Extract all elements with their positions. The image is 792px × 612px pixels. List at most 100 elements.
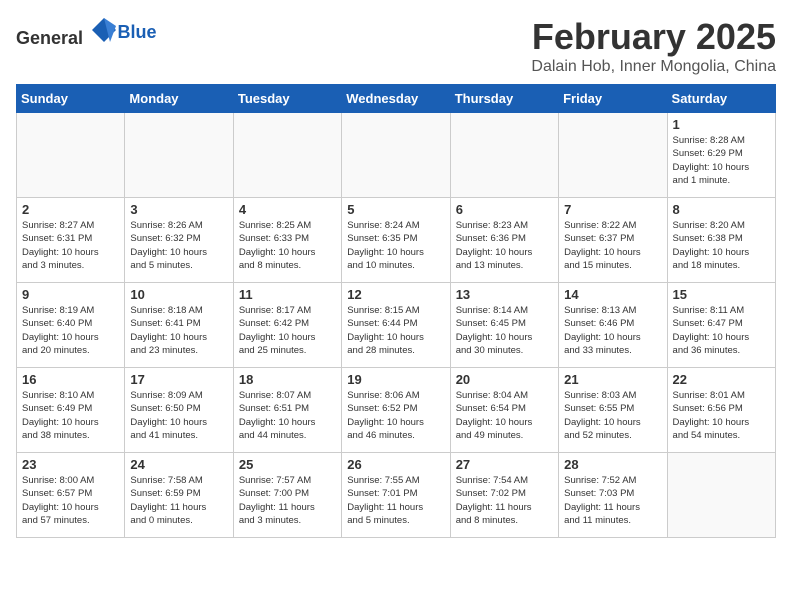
calendar-cell: 20 Sunrise: 8:04 AM Sunset: 6:54 PM Dayli… (450, 368, 558, 453)
logo-general: General (16, 28, 83, 48)
weekday-header-row: SundayMondayTuesdayWednesdayThursdayFrid… (17, 85, 776, 113)
week-row-3: 16 Sunrise: 8:10 AM Sunset: 6:49 PM Dayli… (17, 368, 776, 453)
calendar-cell: 21 Sunrise: 8:03 AM Sunset: 6:55 PM Dayli… (559, 368, 667, 453)
calendar-cell: 18 Sunrise: 8:07 AM Sunset: 6:51 PM Dayli… (233, 368, 341, 453)
day-number: 8 (673, 202, 770, 217)
calendar-cell: 10 Sunrise: 8:18 AM Sunset: 6:41 PM Dayli… (125, 283, 233, 368)
title-area: February 2025 Dalain Hob, Inner Mongolia… (531, 16, 776, 76)
day-number: 19 (347, 372, 444, 387)
weekday-header-friday: Friday (559, 85, 667, 113)
day-info: Sunrise: 8:11 AM Sunset: 6:47 PM Dayligh… (673, 304, 770, 357)
logo-blue: Blue (118, 22, 157, 42)
day-number: 6 (456, 202, 553, 217)
weekday-header-monday: Monday (125, 85, 233, 113)
day-number: 22 (673, 372, 770, 387)
day-info: Sunrise: 8:06 AM Sunset: 6:52 PM Dayligh… (347, 389, 444, 442)
day-number: 2 (22, 202, 119, 217)
calendar-cell: 6 Sunrise: 8:23 AM Sunset: 6:36 PM Daylig… (450, 198, 558, 283)
day-info: Sunrise: 8:23 AM Sunset: 6:36 PM Dayligh… (456, 219, 553, 272)
calendar-cell: 8 Sunrise: 8:20 AM Sunset: 6:38 PM Daylig… (667, 198, 775, 283)
calendar-cell: 2 Sunrise: 8:27 AM Sunset: 6:31 PM Daylig… (17, 198, 125, 283)
calendar-cell: 11 Sunrise: 8:17 AM Sunset: 6:42 PM Dayli… (233, 283, 341, 368)
day-number: 5 (347, 202, 444, 217)
day-number: 23 (22, 457, 119, 472)
calendar-cell: 15 Sunrise: 8:11 AM Sunset: 6:47 PM Dayli… (667, 283, 775, 368)
day-info: Sunrise: 8:15 AM Sunset: 6:44 PM Dayligh… (347, 304, 444, 357)
calendar-cell: 13Sunrise: 8:14 AM Sunset: 6:45 PM Dayli… (450, 283, 558, 368)
calendar-cell: 5 Sunrise: 8:24 AM Sunset: 6:35 PM Daylig… (342, 198, 450, 283)
calendar-cell: 9Sunrise: 8:19 AM Sunset: 6:40 PM Daylig… (17, 283, 125, 368)
day-info: Sunrise: 8:04 AM Sunset: 6:54 PM Dayligh… (456, 389, 553, 442)
calendar-cell: 17 Sunrise: 8:09 AM Sunset: 6:50 PM Dayli… (125, 368, 233, 453)
calendar-cell: 27 Sunrise: 7:54 AM Sunset: 7:02 PM Dayli… (450, 453, 558, 538)
day-number: 16 (22, 372, 119, 387)
day-number: 18 (239, 372, 336, 387)
day-info: Sunrise: 8:28 AM Sunset: 6:29 PM Dayligh… (673, 134, 770, 187)
day-info: Sunrise: 8:09 AM Sunset: 6:50 PM Dayligh… (130, 389, 227, 442)
day-info: Sunrise: 8:24 AM Sunset: 6:35 PM Dayligh… (347, 219, 444, 272)
day-number: 25 (239, 457, 336, 472)
day-info: Sunrise: 8:17 AM Sunset: 6:42 PM Dayligh… (239, 304, 336, 357)
day-info: Sunrise: 8:18 AM Sunset: 6:41 PM Dayligh… (130, 304, 227, 357)
day-number: 21 (564, 372, 661, 387)
day-info: Sunrise: 7:57 AM Sunset: 7:00 PM Dayligh… (239, 474, 336, 527)
day-info: Sunrise: 8:20 AM Sunset: 6:38 PM Dayligh… (673, 219, 770, 272)
calendar-cell: 12 Sunrise: 8:15 AM Sunset: 6:44 PM Dayli… (342, 283, 450, 368)
calendar-cell: 28Sunrise: 7:52 AM Sunset: 7:03 PM Dayli… (559, 453, 667, 538)
weekday-header-thursday: Thursday (450, 85, 558, 113)
calendar-cell: 1 Sunrise: 8:28 AM Sunset: 6:29 PM Daylig… (667, 113, 775, 198)
calendar-cell: 25 Sunrise: 7:57 AM Sunset: 7:00 PM Dayli… (233, 453, 341, 538)
day-info: Sunrise: 8:01 AM Sunset: 6:56 PM Dayligh… (673, 389, 770, 442)
day-number: 11 (239, 287, 336, 302)
day-info: Sunrise: 8:27 AM Sunset: 6:31 PM Dayligh… (22, 219, 119, 272)
week-row-2: 9Sunrise: 8:19 AM Sunset: 6:40 PM Daylig… (17, 283, 776, 368)
day-info: Sunrise: 7:58 AM Sunset: 6:59 PM Dayligh… (130, 474, 227, 527)
calendar-cell (125, 113, 233, 198)
day-number: 28 (564, 457, 661, 472)
calendar-cell (17, 113, 125, 198)
calendar-cell: 24Sunrise: 7:58 AM Sunset: 6:59 PM Dayli… (125, 453, 233, 538)
calendar-cell (450, 113, 558, 198)
location-title: Dalain Hob, Inner Mongolia, China (531, 58, 776, 76)
day-info: Sunrise: 8:00 AM Sunset: 6:57 PM Dayligh… (22, 474, 119, 527)
day-info: Sunrise: 8:19 AM Sunset: 6:40 PM Dayligh… (22, 304, 119, 357)
calendar-cell: 3 Sunrise: 8:26 AM Sunset: 6:32 PM Daylig… (125, 198, 233, 283)
day-info: Sunrise: 7:55 AM Sunset: 7:01 PM Dayligh… (347, 474, 444, 527)
calendar-cell (233, 113, 341, 198)
day-number: 15 (673, 287, 770, 302)
week-row-1: 2 Sunrise: 8:27 AM Sunset: 6:31 PM Daylig… (17, 198, 776, 283)
logo-icon (90, 16, 118, 44)
calendar-cell (342, 113, 450, 198)
day-number: 17 (130, 372, 227, 387)
day-info: Sunrise: 8:26 AM Sunset: 6:32 PM Dayligh… (130, 219, 227, 272)
day-number: 10 (130, 287, 227, 302)
calendar-cell: 16 Sunrise: 8:10 AM Sunset: 6:49 PM Dayli… (17, 368, 125, 453)
day-info: Sunrise: 8:22 AM Sunset: 6:37 PM Dayligh… (564, 219, 661, 272)
calendar-table: SundayMondayTuesdayWednesdayThursdayFrid… (16, 84, 776, 538)
day-info: Sunrise: 8:13 AM Sunset: 6:46 PM Dayligh… (564, 304, 661, 357)
week-row-0: 1 Sunrise: 8:28 AM Sunset: 6:29 PM Daylig… (17, 113, 776, 198)
calendar-cell: 4Sunrise: 8:25 AM Sunset: 6:33 PM Daylig… (233, 198, 341, 283)
day-number: 26 (347, 457, 444, 472)
day-number: 14 (564, 287, 661, 302)
day-number: 1 (673, 117, 770, 132)
weekday-header-saturday: Saturday (667, 85, 775, 113)
weekday-header-sunday: Sunday (17, 85, 125, 113)
day-info: Sunrise: 8:10 AM Sunset: 6:49 PM Dayligh… (22, 389, 119, 442)
day-number: 27 (456, 457, 553, 472)
day-info: Sunrise: 8:07 AM Sunset: 6:51 PM Dayligh… (239, 389, 336, 442)
calendar-cell: 14 Sunrise: 8:13 AM Sunset: 6:46 PM Dayli… (559, 283, 667, 368)
header: General Blue February 2025 Dalain Hob, I… (16, 16, 776, 76)
day-number: 20 (456, 372, 553, 387)
day-info: Sunrise: 8:03 AM Sunset: 6:55 PM Dayligh… (564, 389, 661, 442)
day-number: 3 (130, 202, 227, 217)
day-info: Sunrise: 8:14 AM Sunset: 6:45 PM Dayligh… (456, 304, 553, 357)
day-number: 7 (564, 202, 661, 217)
calendar-cell: 26 Sunrise: 7:55 AM Sunset: 7:01 PM Dayli… (342, 453, 450, 538)
day-number: 12 (347, 287, 444, 302)
calendar-cell: 7 Sunrise: 8:22 AM Sunset: 6:37 PM Daylig… (559, 198, 667, 283)
weekday-header-tuesday: Tuesday (233, 85, 341, 113)
day-info: Sunrise: 7:54 AM Sunset: 7:02 PM Dayligh… (456, 474, 553, 527)
calendar-cell: 19 Sunrise: 8:06 AM Sunset: 6:52 PM Dayli… (342, 368, 450, 453)
calendar-cell (667, 453, 775, 538)
